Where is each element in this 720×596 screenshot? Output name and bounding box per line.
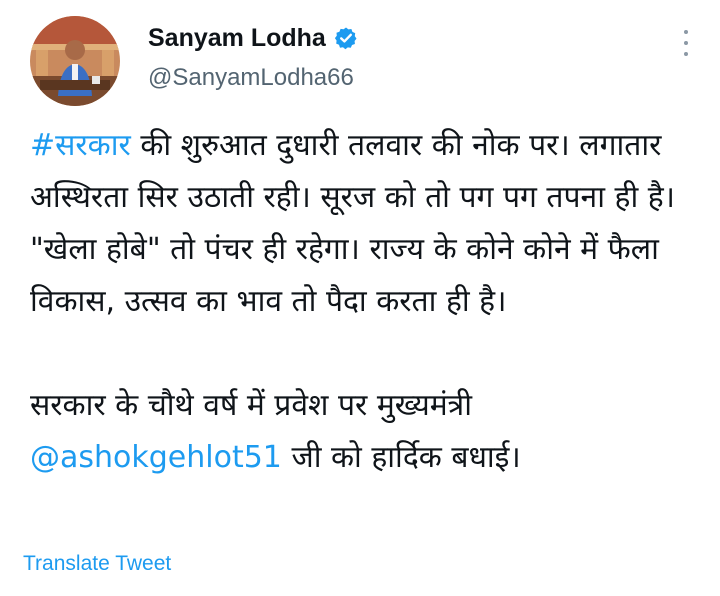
translate-tweet-link[interactable]: Translate Tweet [23, 552, 171, 576]
tweet-paragraph-1: #सरकार की शुरुआत दुधारी तलवार की नोक पर।… [30, 120, 700, 328]
avatar[interactable] [30, 16, 120, 106]
verified-badge-icon [334, 26, 358, 50]
hashtag-link[interactable]: #सरकार [30, 128, 131, 163]
tweet-paragraph-2-text-after: जी को हार्दिक बधाई। [281, 440, 521, 475]
more-options-dot [684, 41, 688, 45]
tweet-text: #सरकार की शुरुआत दुधारी तलवार की नोक पर।… [30, 120, 700, 484]
tweet-paragraph-2-text-before: सरकार के चौथे वर्ष में प्रवेश पर मुख्यमं… [30, 388, 472, 423]
more-options-dot [684, 52, 688, 56]
author-handle[interactable]: @SanyamLodha66 [148, 64, 354, 92]
avatar-photo [30, 16, 120, 106]
mention-link[interactable]: @ashokgehlot51 [30, 440, 282, 475]
tweet-paragraph-2: सरकार के चौथे वर्ष में प्रवेश पर मुख्यमं… [30, 380, 700, 484]
more-options-dot [684, 30, 688, 34]
author-name-row: Sanyam Lodha [148, 22, 358, 54]
more-options-icon[interactable] [678, 28, 694, 58]
author-display-name[interactable]: Sanyam Lodha [148, 24, 326, 53]
tweet-card: Sanyam Lodha @SanyamLodha66 #सरकार की शु… [0, 0, 720, 596]
